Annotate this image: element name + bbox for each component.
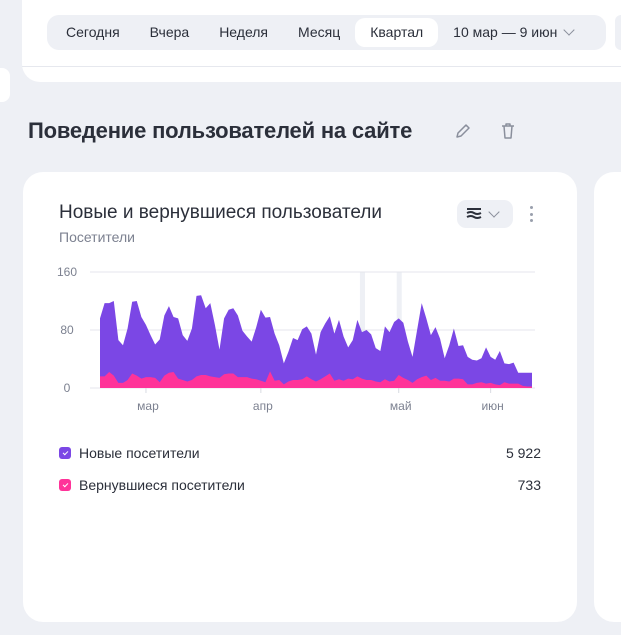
date-range-label: 10 мар — 9 июн <box>453 24 558 40</box>
widget-card: Новые и вернувшиеся пользователи Посетит… <box>23 172 577 622</box>
stacked-area-icon <box>466 208 482 219</box>
date-range-dropdown[interactable]: 10 мар — 9 июн <box>438 18 588 47</box>
checkbox-checked-icon[interactable] <box>59 447 71 459</box>
legend-label: Новые посетители <box>79 445 200 461</box>
chevron-down-icon <box>488 205 500 218</box>
period-month[interactable]: Месяц <box>283 18 355 47</box>
series-area-new-visitors <box>100 295 532 388</box>
more-menu-button[interactable] <box>527 204 535 224</box>
y-tick-label: 160 <box>57 265 77 279</box>
y-tick-label: 80 <box>60 323 74 337</box>
legend-value: 5 922 <box>505 445 541 461</box>
trash-icon[interactable] <box>498 121 518 141</box>
widget-title: Новые и вернувшиеся пользователи <box>59 202 383 223</box>
divider <box>22 66 621 67</box>
next-widget-card <box>594 172 621 622</box>
x-tick-label: июн <box>481 399 503 413</box>
section-title: Поведение пользователей на сайте <box>28 118 413 143</box>
side-panel-edge <box>0 68 10 102</box>
edit-pencil-icon[interactable] <box>453 121 473 141</box>
checkbox-checked-icon[interactable] <box>59 479 71 491</box>
period-week[interactable]: Неделя <box>204 18 283 47</box>
legend-item-new[interactable]: Новые посетители 5 922 <box>59 445 541 461</box>
chevron-down-icon <box>563 24 576 36</box>
period-selector: Сегодня Вчера Неделя Месяц Квартал 10 ма… <box>47 15 606 50</box>
widget-subtitle: Посетители <box>59 229 135 245</box>
legend-label: Вернувшиеся посетители <box>79 477 245 493</box>
y-tick-label: 0 <box>64 381 71 395</box>
legend-item-returning[interactable]: Вернувшиеся посетители 733 <box>59 477 541 493</box>
chart-type-dropdown[interactable] <box>457 200 513 228</box>
legend-value: 733 <box>517 477 541 493</box>
toolbar-button-edge[interactable] <box>615 15 621 50</box>
x-tick-label: мар <box>137 399 159 413</box>
period-quarter[interactable]: Квартал <box>355 18 439 47</box>
x-tick-label: май <box>390 399 412 413</box>
period-today[interactable]: Сегодня <box>51 18 135 47</box>
x-tick-label: апр <box>253 399 273 413</box>
period-yesterday[interactable]: Вчера <box>135 18 205 47</box>
